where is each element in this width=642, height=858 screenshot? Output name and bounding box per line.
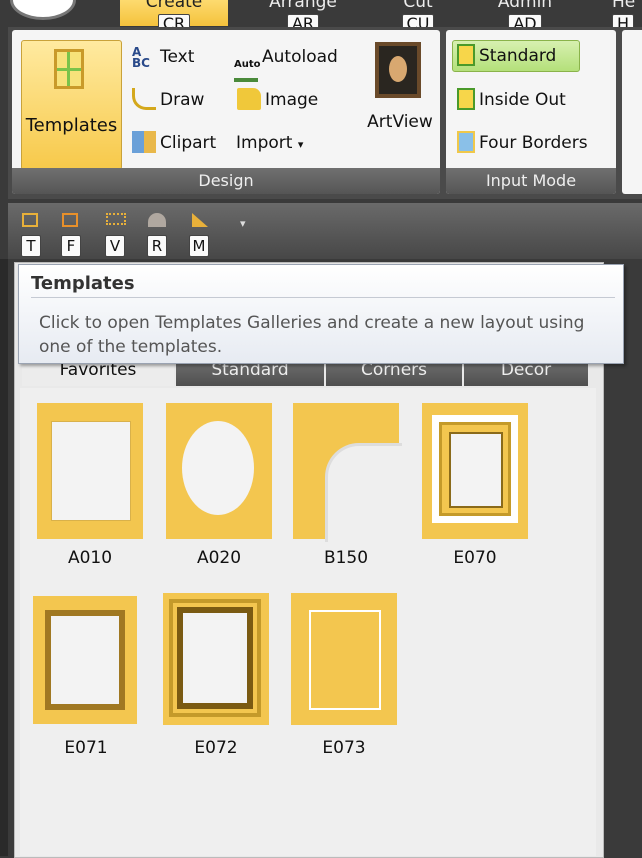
- tooltip-divider: [31, 297, 615, 298]
- qat-templates-button[interactable]: T: [20, 213, 46, 257]
- four-borders-mode-button[interactable]: Four Borders: [457, 128, 588, 158]
- template-caption-e070: E070: [453, 548, 497, 568]
- text-abc-icon: A BC: [132, 45, 150, 70]
- template-thumb-e073[interactable]: [291, 593, 397, 725]
- template-caption-e071: E071: [64, 738, 108, 758]
- clipart-button[interactable]: Clipart: [132, 128, 216, 158]
- template-caption-a010: A010: [67, 548, 113, 568]
- autoload-icon: Auto: [234, 60, 261, 82]
- ribbon-panel: Templates A BC Text Draw Clipart AutoAutol…: [8, 27, 642, 199]
- qat-customize-chevron-icon[interactable]: ▾: [240, 217, 246, 230]
- left-edge-bar: [0, 259, 8, 856]
- qat-measure-button[interactable]: M: [188, 213, 214, 257]
- ribbon-tab-bar: Create CR Arrange AR Cut CU Admin AD He …: [0, 0, 642, 34]
- design-group-title: Design: [12, 168, 440, 194]
- templates-tooltip: Templates Click to open Templates Galler…: [18, 264, 624, 364]
- next-group-partial: [622, 30, 642, 194]
- templates-button-label: Templates: [25, 115, 118, 136]
- autoload-button[interactable]: AutoAutoload: [234, 42, 338, 82]
- artview-button[interactable]: ArtView: [362, 38, 438, 158]
- folder-image-icon: [237, 88, 261, 110]
- tab-help[interactable]: He H: [612, 0, 642, 34]
- template-thumb-a010[interactable]: [37, 403, 143, 539]
- template-thumb-e072[interactable]: [163, 593, 269, 725]
- measure-qat-icon: [192, 213, 208, 227]
- round-corner-qat-icon: [148, 213, 166, 227]
- templates-gallery: A010 A020 B150 E070 E071 E072 E073: [20, 388, 596, 856]
- four-borders-icon: [457, 131, 475, 153]
- template-thumb-e070[interactable]: [422, 403, 528, 539]
- tooltip-title: Templates: [31, 273, 135, 294]
- standard-frame-icon: [457, 44, 475, 66]
- input-mode-group-title: Input Mode: [446, 168, 616, 194]
- frame-qat-icon: [62, 213, 78, 227]
- template-caption-e073: E073: [322, 738, 366, 758]
- template-thumb-b150[interactable]: [293, 403, 402, 542]
- tab-arrange[interactable]: Arrange AR: [252, 0, 354, 34]
- quick-access-toolbar: T F V R M ▾: [8, 203, 642, 259]
- standard-mode-button[interactable]: Standard: [452, 40, 580, 72]
- clipart-icon: [132, 131, 156, 153]
- text-button[interactable]: A BC Text: [132, 42, 194, 72]
- image-button[interactable]: Image: [237, 85, 318, 115]
- templates-qat-icon: [22, 213, 38, 227]
- artview-portrait-icon: [375, 42, 421, 98]
- tab-cut[interactable]: Cut CU: [388, 0, 448, 34]
- chevron-down-icon: ▾: [297, 138, 304, 151]
- templates-button[interactable]: Templates: [21, 40, 122, 170]
- draw-pen-icon: [132, 88, 156, 110]
- template-caption-a020: A020: [196, 548, 242, 568]
- tooltip-text: Click to open Templates Galleries and cr…: [39, 313, 585, 357]
- template-thumb-a020[interactable]: [166, 403, 272, 539]
- template-caption-e072: E072: [194, 738, 238, 758]
- inside-out-icon: [457, 88, 475, 110]
- import-dropdown[interactable]: Import ▾: [236, 128, 303, 158]
- template-caption-b150: B150: [323, 548, 369, 568]
- tab-create[interactable]: Create CR: [120, 0, 228, 34]
- v-groove-qat-icon: [106, 213, 126, 225]
- qat-v-groove-button[interactable]: V: [104, 213, 130, 257]
- tab-admin[interactable]: Admin AD: [488, 0, 562, 34]
- templates-icon: [54, 49, 84, 89]
- qat-round-corner-button[interactable]: R: [146, 213, 172, 257]
- design-group: Templates A BC Text Draw Clipart AutoAutol…: [12, 30, 440, 194]
- app-orb-button[interactable]: [10, 0, 76, 20]
- template-thumb-e071[interactable]: [33, 596, 137, 724]
- draw-button[interactable]: Draw: [132, 85, 204, 115]
- qat-frame-button[interactable]: F: [60, 213, 86, 257]
- input-mode-group: Standard Inside Out Four Borders Input M…: [446, 30, 616, 194]
- inside-out-mode-button[interactable]: Inside Out: [457, 85, 566, 115]
